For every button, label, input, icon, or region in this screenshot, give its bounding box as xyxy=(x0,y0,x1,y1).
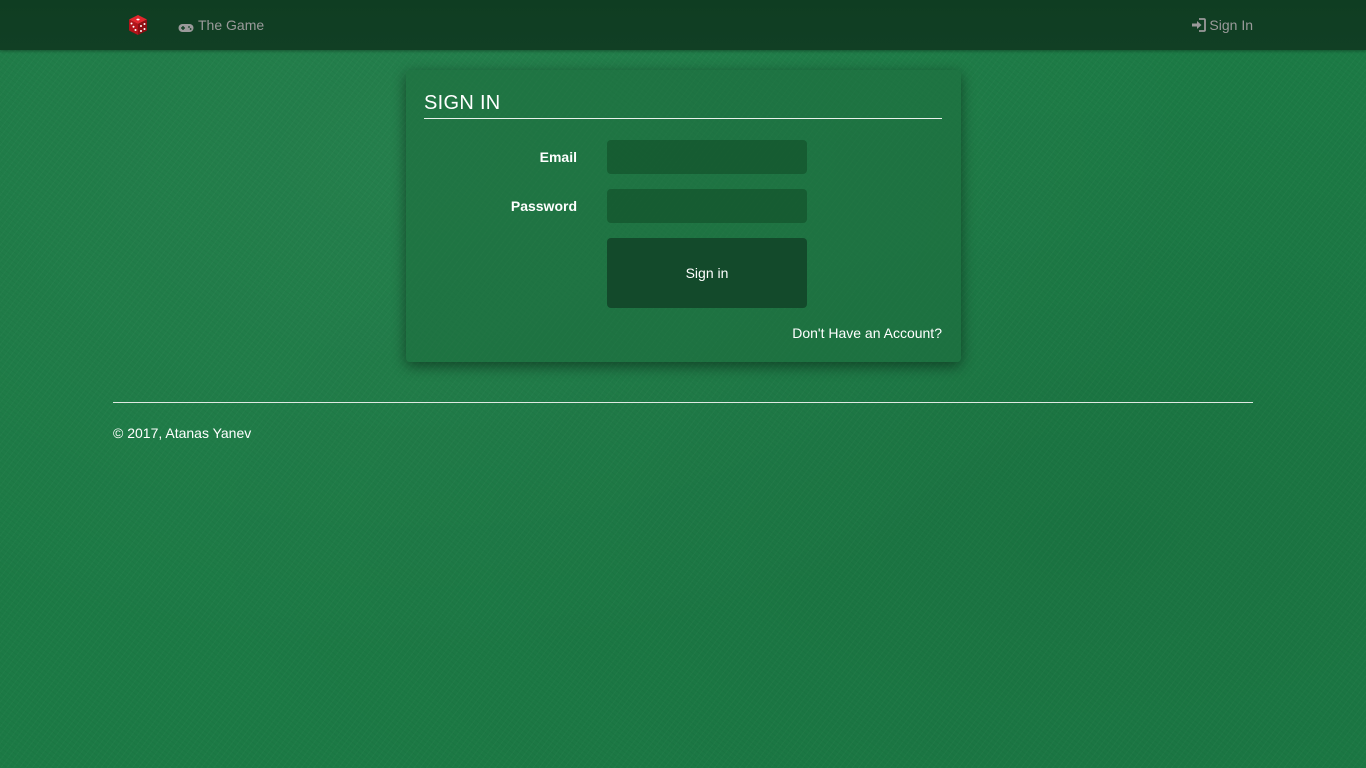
register-link[interactable]: Don't Have an Account? xyxy=(792,325,942,341)
dice-icon[interactable] xyxy=(126,13,150,37)
top-navbar: The Game Sign In xyxy=(0,0,1366,50)
panel-title: SIGN IN xyxy=(424,92,501,114)
email-label: Email xyxy=(539,149,577,165)
gamepad-icon xyxy=(178,20,194,32)
nav-link-sign-in-label: Sign In xyxy=(1209,17,1253,33)
password-label: Password xyxy=(510,198,577,214)
title-divider xyxy=(424,118,942,119)
sign-in-button[interactable]: Sign in xyxy=(607,238,807,308)
nav-link-the-game[interactable]: The Game xyxy=(178,16,264,34)
nav-link-sign-in[interactable]: Sign In xyxy=(1191,16,1253,34)
sign-in-panel: SIGN IN Email Password Sign in Don't Hav… xyxy=(406,70,961,362)
email-field[interactable] xyxy=(607,140,807,174)
nav-link-the-game-label: The Game xyxy=(198,17,265,33)
footer-divider xyxy=(113,402,1253,403)
password-field[interactable] xyxy=(607,189,807,223)
copyright-text: © 2017, Atanas Yanev xyxy=(113,425,252,441)
sign-in-icon xyxy=(1191,18,1207,32)
